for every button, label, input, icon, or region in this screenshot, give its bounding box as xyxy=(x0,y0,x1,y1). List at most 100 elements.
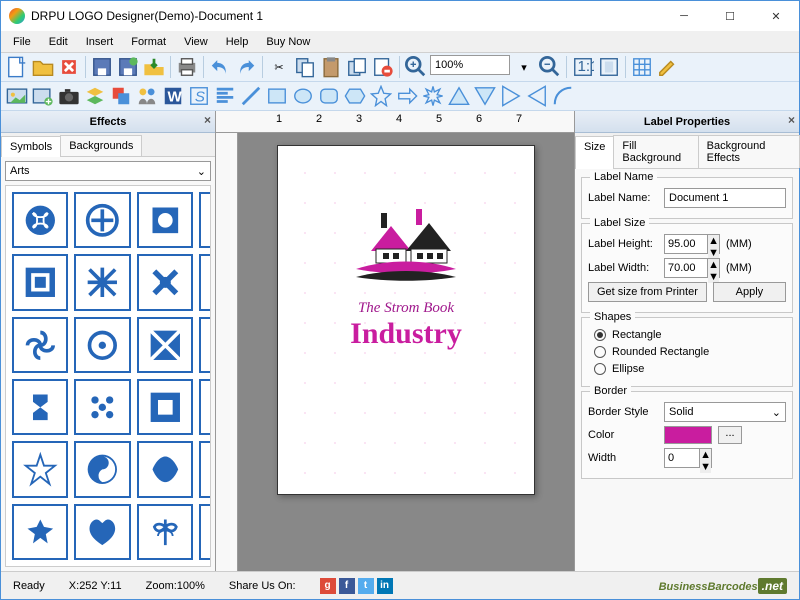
spin-up-icon[interactable]: ▲ xyxy=(700,449,711,461)
symbol-item[interactable] xyxy=(74,254,130,310)
burst-icon[interactable] xyxy=(421,84,445,108)
borderstyle-dropdown[interactable]: Solid⌄ xyxy=(664,402,786,422)
rect-tool-icon[interactable] xyxy=(265,84,289,108)
text-tool-icon[interactable]: S xyxy=(187,84,211,108)
symbol-item[interactable] xyxy=(74,379,130,435)
properties-close-icon[interactable]: × xyxy=(788,113,795,127)
tab-size[interactable]: Size xyxy=(575,136,614,169)
undo-icon[interactable] xyxy=(208,55,232,79)
symbol-item[interactable] xyxy=(199,192,211,248)
new-icon[interactable] xyxy=(5,55,29,79)
remove-icon[interactable] xyxy=(371,55,395,79)
symbol-item[interactable] xyxy=(12,317,68,373)
print-icon[interactable] xyxy=(175,55,199,79)
symbol-item[interactable] xyxy=(137,254,193,310)
menu-format[interactable]: Format xyxy=(123,34,174,50)
people-icon[interactable] xyxy=(135,84,159,108)
triangle-left-icon[interactable] xyxy=(525,84,549,108)
symbol-item[interactable] xyxy=(12,379,68,435)
radio-ellipse[interactable]: Ellipse xyxy=(594,363,786,375)
zoomout-icon[interactable] xyxy=(538,55,562,79)
duplicate-icon[interactable] xyxy=(345,55,369,79)
borderwidth-input[interactable] xyxy=(665,449,699,467)
symbol-item[interactable] xyxy=(137,379,193,435)
design-canvas[interactable]: The Strom Book Industry xyxy=(277,145,535,495)
symbol-item[interactable] xyxy=(199,504,211,560)
zoomin-icon[interactable] xyxy=(404,55,428,79)
triangle-down-icon[interactable] xyxy=(473,84,497,108)
menu-edit[interactable]: Edit xyxy=(41,34,76,50)
maximize-button[interactable]: ☐ xyxy=(707,1,753,31)
spin-down-icon[interactable]: ▼ xyxy=(700,461,711,473)
width-spinner[interactable]: ▲▼ xyxy=(664,258,720,278)
twitter-icon[interactable]: t xyxy=(358,578,374,594)
triangle-right-icon[interactable] xyxy=(499,84,523,108)
menu-buynow[interactable]: Buy Now xyxy=(258,34,318,50)
canvas-viewport[interactable]: The Strom Book Industry xyxy=(238,133,574,571)
labelname-input[interactable] xyxy=(664,188,786,208)
spin-up-icon[interactable]: ▲ xyxy=(708,235,719,247)
hexagon-tool-icon[interactable] xyxy=(343,84,367,108)
symbol-item[interactable] xyxy=(137,504,193,560)
word-icon[interactable]: W xyxy=(161,84,185,108)
symbol-item[interactable] xyxy=(137,192,193,248)
height-input[interactable] xyxy=(665,235,707,253)
borderwidth-spinner[interactable]: ▲▼ xyxy=(664,448,712,468)
open-icon[interactable] xyxy=(31,55,55,79)
image-tool-icon[interactable] xyxy=(5,84,29,108)
redo-icon[interactable] xyxy=(234,55,258,79)
stack-icon[interactable] xyxy=(109,84,133,108)
camera-icon[interactable] xyxy=(57,84,81,108)
tab-fill[interactable]: Fill Background xyxy=(613,135,698,168)
close-button[interactable]: ✕ xyxy=(753,1,799,31)
roundrect-tool-icon[interactable] xyxy=(317,84,341,108)
symbol-item[interactable] xyxy=(199,317,211,373)
radio-rectangle[interactable]: Rectangle xyxy=(594,329,786,341)
cut-icon[interactable]: ✂ xyxy=(267,55,291,79)
dropdown-icon[interactable]: ▾ xyxy=(512,55,536,79)
menu-view[interactable]: View xyxy=(176,34,216,50)
export-icon[interactable] xyxy=(142,55,166,79)
symbol-item[interactable] xyxy=(74,441,130,497)
symbol-item[interactable] xyxy=(74,317,130,373)
spin-up-icon[interactable]: ▲ xyxy=(708,259,719,271)
height-spinner[interactable]: ▲▼ xyxy=(664,234,720,254)
tab-backgrounds[interactable]: Backgrounds xyxy=(60,135,142,156)
apply-button[interactable]: Apply xyxy=(713,282,786,302)
arrow-shape-icon[interactable] xyxy=(395,84,419,108)
layers-icon[interactable] xyxy=(83,84,107,108)
saveas-icon[interactable] xyxy=(116,55,140,79)
addimage-icon[interactable] xyxy=(31,84,55,108)
menu-file[interactable]: File xyxy=(5,34,39,50)
symbol-item[interactable] xyxy=(137,317,193,373)
symbol-item[interactable] xyxy=(199,441,211,497)
symbol-item[interactable] xyxy=(74,504,130,560)
grid-icon[interactable] xyxy=(630,55,654,79)
copy-icon[interactable] xyxy=(293,55,317,79)
symbol-item[interactable] xyxy=(137,441,193,497)
paste-icon[interactable] xyxy=(319,55,343,79)
symbol-item[interactable] xyxy=(199,379,211,435)
edit-icon[interactable] xyxy=(656,55,680,79)
line-tool-icon[interactable] xyxy=(239,84,263,108)
logo-artwork[interactable]: The Strom Book Industry xyxy=(331,201,481,351)
symbol-item[interactable] xyxy=(199,254,211,310)
fitpage-icon[interactable] xyxy=(597,55,621,79)
getsize-button[interactable]: Get size from Printer xyxy=(588,282,707,302)
ellipse-tool-icon[interactable] xyxy=(291,84,315,108)
symbol-item[interactable] xyxy=(12,504,68,560)
tab-bgeffects[interactable]: Background Effects xyxy=(698,135,800,168)
color-swatch[interactable] xyxy=(664,426,712,444)
width-input[interactable] xyxy=(665,259,707,277)
symbol-item[interactable] xyxy=(12,192,68,248)
zoom-input[interactable] xyxy=(430,55,510,75)
arc-tool-icon[interactable] xyxy=(551,84,575,108)
fit-icon[interactable]: 1:1 xyxy=(571,55,595,79)
linkedin-icon[interactable]: in xyxy=(377,578,393,594)
star-tool-icon[interactable] xyxy=(369,84,393,108)
triangle-up-icon[interactable] xyxy=(447,84,471,108)
color-picker-button[interactable]: ... xyxy=(718,426,742,444)
radio-roundrect[interactable]: Rounded Rectangle xyxy=(594,346,786,358)
delete-icon[interactable] xyxy=(57,55,81,79)
minimize-button[interactable]: ─ xyxy=(661,1,707,31)
